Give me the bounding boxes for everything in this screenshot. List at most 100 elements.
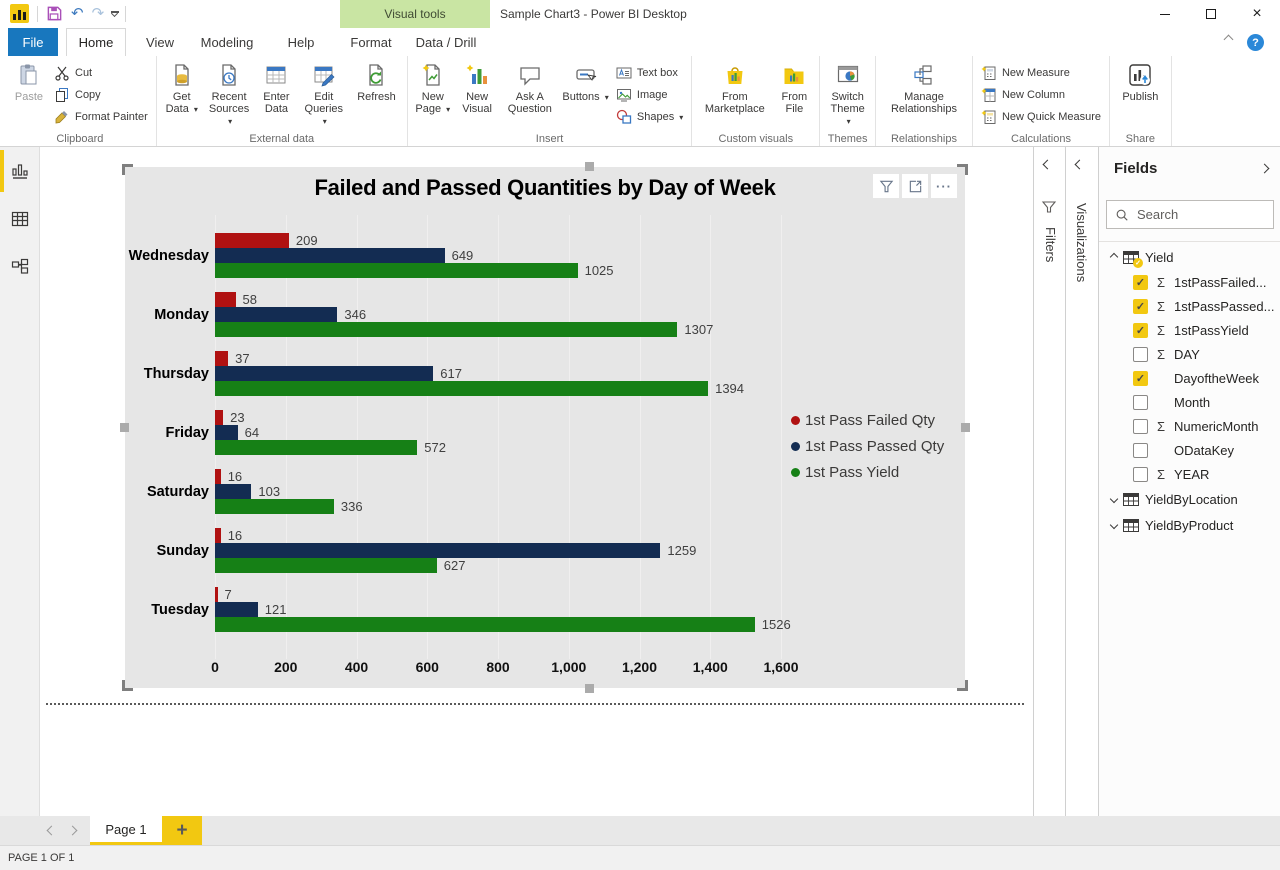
model-view-button[interactable] bbox=[0, 243, 40, 291]
report-view-button[interactable] bbox=[0, 147, 40, 195]
ask-a-question-button[interactable]: Ask A Question bbox=[500, 58, 559, 130]
field-checkbox-unchecked[interactable] bbox=[1133, 419, 1148, 434]
field-row-1stpassfailed[interactable]: ✓Σ1stPassFailed... bbox=[1099, 270, 1280, 294]
field-row-month[interactable]: Month bbox=[1099, 390, 1280, 414]
new-quick-measure-button[interactable]: New Quick Measure bbox=[977, 106, 1105, 127]
bar-1st-pass-failed-qty[interactable] bbox=[215, 351, 228, 366]
add-page-button[interactable]: + bbox=[162, 816, 202, 845]
buttons-button[interactable]: Buttons ▾ bbox=[559, 58, 612, 130]
field-row-dayoftheweek[interactable]: ✓DayoftheWeek bbox=[1099, 366, 1280, 390]
tab-view[interactable]: View bbox=[134, 28, 186, 56]
from-marketplace-button[interactable]: From Marketplace bbox=[696, 58, 773, 130]
undo-icon[interactable]: ↶ bbox=[71, 5, 84, 23]
expand-filters-icon[interactable] bbox=[1043, 160, 1053, 170]
recent-sources-button[interactable]: Recent Sources ▾ bbox=[203, 58, 256, 130]
new-measure-button[interactable]: New Measure bbox=[977, 62, 1105, 83]
toolbar-customize-icon[interactable] bbox=[112, 11, 117, 16]
new-column-button[interactable]: New Column bbox=[977, 84, 1105, 105]
paste-button[interactable]: Paste bbox=[8, 58, 50, 130]
tab-home[interactable]: Home bbox=[66, 28, 126, 56]
report-canvas[interactable]: ··· Failed and Passed Quantities by Day … bbox=[41, 147, 1032, 816]
new-visual-button[interactable]: New Visual bbox=[454, 58, 501, 130]
bar-1st-pass-passed-qty[interactable] bbox=[215, 248, 445, 263]
next-page-icon[interactable] bbox=[68, 826, 78, 836]
table-row-yieldbylocation[interactable]: YieldByLocation bbox=[1099, 486, 1280, 512]
cut-button[interactable]: Cut bbox=[50, 62, 152, 83]
refresh-button[interactable]: Refresh bbox=[350, 58, 403, 130]
bar-1st-pass-passed-qty[interactable] bbox=[215, 484, 251, 499]
field-checkbox-unchecked[interactable] bbox=[1133, 395, 1148, 410]
bar-1st-pass-yield[interactable] bbox=[215, 499, 334, 514]
field-row-day[interactable]: ΣDAY bbox=[1099, 342, 1280, 366]
filters-pane-collapsed[interactable]: Filters bbox=[1033, 147, 1064, 816]
table-row-yieldbyproduct[interactable]: YieldByProduct bbox=[1099, 512, 1280, 538]
save-icon[interactable] bbox=[46, 5, 63, 22]
tab-modeling[interactable]: Modeling bbox=[194, 28, 260, 56]
bar-1st-pass-yield[interactable] bbox=[215, 381, 708, 396]
field-row-1stpassyield[interactable]: ✓Σ1stPassYield bbox=[1099, 318, 1280, 342]
legend-item[interactable]: 1st Pass Yield bbox=[791, 459, 944, 485]
format-painter-button[interactable]: Format Painter bbox=[50, 106, 152, 127]
bar-chart-visual[interactable]: ··· Failed and Passed Quantities by Day … bbox=[125, 167, 965, 688]
bar-1st-pass-failed-qty[interactable] bbox=[215, 469, 221, 484]
field-row-year[interactable]: ΣYEAR bbox=[1099, 462, 1280, 486]
help-icon[interactable]: ? bbox=[1247, 34, 1264, 51]
field-checkbox-unchecked[interactable] bbox=[1133, 347, 1148, 362]
previous-page-icon[interactable] bbox=[47, 826, 57, 836]
field-row-numericmonth[interactable]: ΣNumericMonth bbox=[1099, 414, 1280, 438]
copy-button[interactable]: Copy bbox=[50, 84, 152, 105]
expand-table-icon[interactable] bbox=[1110, 521, 1118, 529]
bar-1st-pass-yield[interactable] bbox=[215, 440, 417, 455]
field-checkbox-unchecked[interactable] bbox=[1133, 467, 1148, 482]
manage-relationships-button[interactable]: Manage Relationships bbox=[880, 58, 968, 130]
bar-1st-pass-failed-qty[interactable] bbox=[215, 528, 221, 543]
field-checkbox-checked[interactable]: ✓ bbox=[1133, 371, 1148, 386]
collapse-ribbon-icon[interactable] bbox=[1224, 35, 1234, 45]
field-checkbox-checked[interactable]: ✓ bbox=[1133, 323, 1148, 338]
maximize-icon[interactable] bbox=[1188, 0, 1234, 28]
expand-visualizations-icon[interactable] bbox=[1075, 160, 1085, 170]
tab-file[interactable]: File bbox=[8, 28, 58, 56]
legend-item[interactable]: 1st Pass Passed Qty bbox=[791, 433, 944, 459]
bar-1st-pass-passed-qty[interactable] bbox=[215, 425, 238, 440]
search-box[interactable] bbox=[1106, 200, 1274, 229]
field-checkbox-checked[interactable]: ✓ bbox=[1133, 299, 1148, 314]
image-button[interactable]: Image bbox=[612, 84, 687, 105]
field-checkbox-unchecked[interactable] bbox=[1133, 443, 1148, 458]
bar-1st-pass-failed-qty[interactable] bbox=[215, 233, 289, 248]
minimize-icon[interactable] bbox=[1142, 0, 1188, 28]
bar-1st-pass-passed-qty[interactable] bbox=[215, 366, 433, 381]
switch-theme-button[interactable]: Switch Theme ▾ bbox=[824, 58, 871, 130]
bar-1st-pass-yield[interactable] bbox=[215, 322, 677, 337]
tab-help[interactable]: Help bbox=[272, 28, 330, 56]
bar-1st-pass-failed-qty[interactable] bbox=[215, 587, 218, 602]
bar-1st-pass-passed-qty[interactable] bbox=[215, 307, 337, 322]
close-icon[interactable]: × bbox=[1234, 0, 1280, 28]
field-row-odatakey[interactable]: ODataKey bbox=[1099, 438, 1280, 462]
tab-format[interactable]: Format bbox=[342, 28, 400, 56]
field-row-1stpasspassed[interactable]: ✓Σ1stPassPassed... bbox=[1099, 294, 1280, 318]
enter-data-button[interactable]: Enter Data bbox=[255, 58, 297, 130]
bar-1st-pass-failed-qty[interactable] bbox=[215, 292, 236, 307]
edit-queries-button[interactable]: Edit Queries ▾ bbox=[297, 58, 350, 130]
collapse-table-icon[interactable] bbox=[1110, 253, 1118, 261]
text-box-button[interactable]: Text box bbox=[612, 62, 687, 83]
legend-item[interactable]: 1st Pass Failed Qty bbox=[791, 407, 944, 433]
bar-1st-pass-yield[interactable] bbox=[215, 558, 437, 573]
get-data-button[interactable]: Get Data ▾ bbox=[161, 58, 203, 130]
search-input[interactable] bbox=[1137, 207, 1265, 222]
bar-1st-pass-yield[interactable] bbox=[215, 617, 755, 632]
collapse-fields-icon[interactable] bbox=[1260, 164, 1270, 174]
page-tab[interactable]: Page 1 bbox=[90, 816, 162, 845]
publish-button[interactable]: Publish bbox=[1114, 58, 1167, 130]
new-page-button[interactable]: New Page ▾ bbox=[412, 58, 454, 130]
table-row-yield[interactable]: ✓Yield bbox=[1099, 244, 1280, 270]
shapes-button[interactable]: Shapes ▾ bbox=[612, 106, 687, 127]
bar-1st-pass-yield[interactable] bbox=[215, 263, 578, 278]
bar-1st-pass-failed-qty[interactable] bbox=[215, 410, 223, 425]
bar-1st-pass-passed-qty[interactable] bbox=[215, 602, 258, 617]
expand-table-icon[interactable] bbox=[1110, 495, 1118, 503]
visualizations-pane-collapsed[interactable]: Visualizations bbox=[1065, 147, 1097, 816]
from-file-button[interactable]: From File bbox=[773, 58, 815, 130]
field-checkbox-checked[interactable]: ✓ bbox=[1133, 275, 1148, 290]
